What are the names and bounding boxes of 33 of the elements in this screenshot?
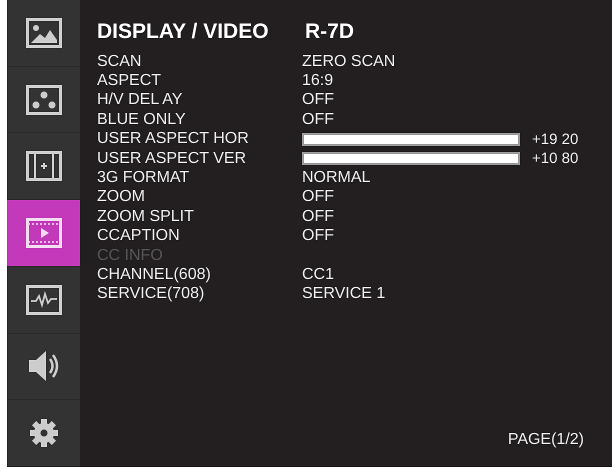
setting-value: OFF (302, 91, 334, 110)
model-name: R-7D (305, 20, 354, 44)
slider-reading: +19 20 (532, 130, 578, 148)
setting-value: OFF (302, 188, 334, 206)
setting-label[interactable]: CHANNEL(608) (97, 266, 302, 284)
waveform-icon (26, 284, 62, 315)
setting-label[interactable]: ZOOM (97, 188, 302, 206)
menu-title: DISPLAY / VIDEO (97, 20, 270, 44)
page-indicator: PAGE(1/2) (508, 431, 584, 449)
setting-label[interactable]: CCAPTION (97, 227, 302, 246)
setting-label[interactable]: SCAN (97, 52, 302, 71)
setting-value: OFF (302, 110, 334, 129)
setting-value: SERVICE 1 (302, 285, 386, 304)
frame-icon (26, 151, 62, 182)
dots-icon (26, 84, 62, 115)
setting-label[interactable]: 3G FORMAT (97, 169, 302, 188)
video-icon (26, 218, 62, 248)
setting-label[interactable]: USER ASPECT VER (97, 150, 302, 168)
setting-value: 16:9 (302, 72, 334, 90)
setting-label[interactable]: H/V DEL AY (97, 91, 302, 110)
setting-value: CC1 (302, 266, 334, 284)
setting-value: OFF (302, 208, 334, 226)
setting-value: NORMAL (302, 169, 370, 188)
setting-value: ZERO SCAN (302, 52, 396, 71)
settings-icon (28, 417, 60, 450)
setting-label[interactable]: SERVICE(708) (97, 285, 302, 304)
setting-label[interactable]: USER ASPECT HOR (97, 130, 302, 148)
setting-label[interactable]: BLUE ONLY (97, 110, 302, 129)
setting-label[interactable]: ASPECT (97, 72, 302, 90)
setting-value: OFF (302, 227, 334, 246)
setting-label[interactable]: ZOOM SPLIT (97, 208, 302, 226)
picture-icon (26, 18, 62, 48)
slider-reading: +10 80 (532, 150, 578, 168)
